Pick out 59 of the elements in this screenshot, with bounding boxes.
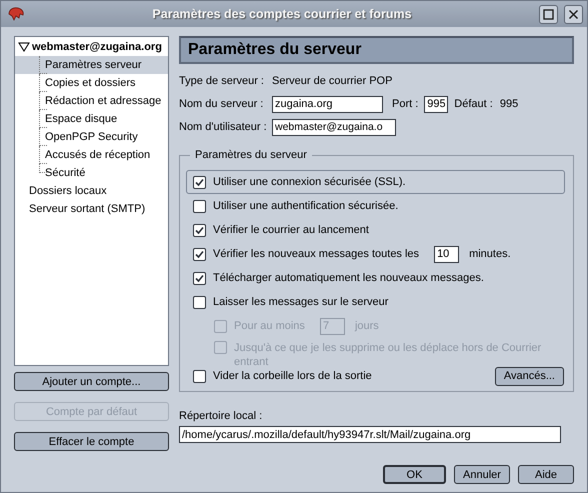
check-icon bbox=[195, 274, 204, 282]
expanded-triangle-icon[interactable] bbox=[18, 42, 30, 52]
option-label: Laisser les messages sur le serveur bbox=[213, 296, 388, 308]
dragon-icon bbox=[7, 6, 25, 22]
group-title: Paramètres du serveur bbox=[190, 149, 312, 161]
checkbox[interactable] bbox=[193, 248, 206, 260]
maximize-icon bbox=[543, 8, 554, 20]
advanced-button[interactable]: Avancés... bbox=[494, 366, 564, 386]
tree-item[interactable]: Serveur sortant (SMTP) bbox=[29, 203, 146, 215]
field-label: Défaut : bbox=[454, 98, 493, 110]
local-directory-field[interactable]: /home/ycarus/.mozilla/default/hy93947r.slt/Mail/zugaina.org bbox=[179, 426, 561, 443]
option-label: Utiliser une connexion sécurisée (SSL). bbox=[213, 176, 406, 188]
checkbox[interactable] bbox=[193, 176, 206, 188]
checkbox[interactable] bbox=[193, 296, 206, 308]
option-label: Vider la corbeille lors de la sortie bbox=[213, 370, 372, 382]
dialog-button[interactable]: Aide bbox=[518, 465, 574, 484]
checkbox[interactable] bbox=[193, 224, 206, 236]
check-icon bbox=[195, 226, 204, 234]
tree-item[interactable]: webmaster@zugaina.org bbox=[32, 41, 162, 53]
panel-heading: Paramètres du serveur bbox=[179, 36, 574, 64]
unit-label: jours bbox=[354, 320, 379, 332]
tree-item[interactable]: Accusés de réception bbox=[45, 149, 150, 161]
tree-item[interactable]: Espace disque bbox=[45, 113, 118, 125]
option-label: Vérifier le courrier au lancement bbox=[213, 224, 369, 236]
number-field[interactable]: 10 bbox=[434, 246, 460, 262]
account-button[interactable]: Effacer le compte bbox=[14, 432, 169, 451]
option-label: Vérifier les nouveaux messages toutes les bbox=[213, 248, 420, 260]
option-label: Utiliser une authentification sécurisée. bbox=[213, 200, 398, 212]
check-icon bbox=[195, 178, 204, 186]
dialog-button[interactable]: OK bbox=[383, 465, 446, 484]
checkbox[interactable] bbox=[193, 370, 206, 382]
dialog-button[interactable]: Annuler bbox=[454, 465, 510, 484]
maximize-button[interactable] bbox=[539, 4, 558, 24]
window-title: Paramètres des comptes courrier et forums bbox=[151, 7, 413, 21]
tree-item[interactable]: Rédaction et adressage bbox=[45, 95, 162, 107]
option-label: Télécharger automatiquement les nouveaux messages. bbox=[213, 272, 484, 284]
option-label: Pour au moins bbox=[234, 320, 305, 332]
account-button[interactable]: Ajouter un compte... bbox=[14, 372, 169, 391]
username-field[interactable]: webmaster@zugaina.o bbox=[272, 118, 396, 136]
unit-label: minutes. bbox=[469, 248, 511, 260]
field-label: Port : bbox=[392, 98, 418, 110]
field-label: Répertoire local : bbox=[179, 410, 264, 422]
tree-item[interactable]: Copies et dossiers bbox=[45, 77, 136, 89]
checkbox[interactable] bbox=[193, 200, 206, 212]
tree-item[interactable]: Dossiers locaux bbox=[29, 185, 107, 197]
tree-item[interactable]: OpenPGP Security bbox=[45, 131, 138, 143]
check-icon bbox=[195, 250, 204, 258]
option-label: Jusqu'à ce que je les supprime ou les déplace hors de Courrier entrant bbox=[234, 341, 542, 369]
field-label: Nom du serveur : bbox=[179, 98, 264, 110]
server-name-field[interactable]: zugaina.org bbox=[272, 96, 383, 112]
tree-item[interactable]: Sécurité bbox=[45, 167, 86, 179]
field-label: Type de serveur : bbox=[179, 75, 265, 87]
close-button[interactable] bbox=[564, 4, 583, 24]
field-label: Nom d'utilisateur : bbox=[179, 121, 268, 133]
close-icon bbox=[568, 8, 579, 20]
server-type: Serveur de courrier POP bbox=[272, 75, 392, 87]
checkbox[interactable] bbox=[193, 272, 206, 284]
port-field[interactable]: 995 bbox=[424, 96, 448, 112]
default-port: 995 bbox=[500, 98, 518, 110]
